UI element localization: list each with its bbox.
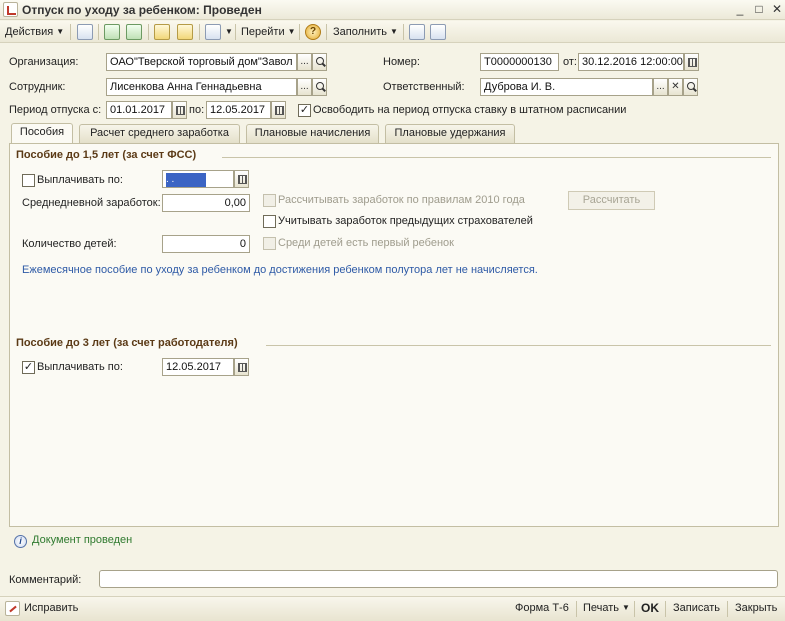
maximize-button[interactable]: □	[750, 1, 768, 18]
rules-2010-checkbox[interactable]	[263, 194, 276, 207]
search-icon[interactable]	[312, 78, 327, 96]
info-message: Ежемесячное пособие по уходу за ребенком…	[22, 264, 538, 276]
info-icon: i	[14, 535, 27, 548]
clear-icon[interactable]: ✕	[668, 78, 683, 96]
movements-icon[interactable]	[154, 24, 170, 40]
pay-until-field[interactable]: . .	[162, 170, 234, 188]
first-child-label: Среди детей есть первый ребенок	[278, 237, 454, 249]
children-count-field[interactable]: 0	[162, 235, 250, 253]
employee-field[interactable]: Лисенкова Анна Геннадьевна	[106, 78, 297, 96]
based-on-dropdown[interactable]: ▼	[222, 24, 233, 40]
pay-until-3y-label: Выплачивать по:	[37, 361, 123, 373]
fix-button[interactable]: Исправить	[24, 602, 78, 614]
responsible-label: Ответственный:	[383, 81, 465, 93]
help-icon[interactable]: ?	[305, 24, 321, 40]
post-document-icon[interactable]	[77, 24, 93, 40]
tab-benefits[interactable]: Пособия	[11, 123, 73, 143]
date-label: от:	[563, 56, 577, 68]
minimize-button[interactable]: _	[731, 1, 749, 18]
pay-until-checkbox[interactable]	[22, 174, 35, 187]
copy-document-icon[interactable]	[126, 24, 142, 40]
bottom-bar: Исправить Форма Т-6 Печать ▼ OK Записать …	[0, 596, 785, 621]
children-count-label: Количество детей:	[22, 238, 117, 250]
avg-earnings-label: Среднедневной заработок:	[22, 197, 161, 209]
organization-label: Организация:	[9, 56, 79, 68]
document-icon	[3, 2, 18, 17]
refresh-icon[interactable]	[104, 24, 120, 40]
prev-insurers-checkbox[interactable]	[263, 215, 276, 228]
calculate-button[interactable]: Рассчитать	[568, 191, 655, 210]
title-bar: Отпуск по уходу за ребенком: Проведен _ …	[0, 0, 785, 20]
comment-label: Комментарий:	[9, 574, 82, 586]
employee-label: Сотрудник:	[9, 81, 66, 93]
calendar-icon[interactable]	[234, 358, 249, 376]
release-rate-checkbox[interactable]: ✓	[298, 104, 311, 117]
window-title: Отпуск по уходу за ребенком: Проведен	[22, 3, 262, 17]
status-text: Документ проведен	[32, 534, 133, 546]
avg-earnings-field[interactable]: 0,00	[162, 194, 250, 212]
close-window-button[interactable]: ✕	[768, 1, 785, 18]
organization-select-button[interactable]: ...	[297, 53, 312, 71]
responsible-select-button[interactable]: ...	[653, 78, 668, 96]
calendar-icon[interactable]	[172, 101, 187, 119]
number-field[interactable]: Т0000000130	[480, 53, 559, 71]
toolbar: Действия ▼ ▼ Перейти ▼ ? Заполнить ▼	[0, 21, 785, 43]
first-child-checkbox[interactable]	[263, 237, 276, 250]
tab-planned-deductions[interactable]: Плановые удержания	[385, 124, 515, 143]
checklist-icon[interactable]	[430, 24, 446, 40]
rules-2010-label: Рассчитывать заработок по правилам 2010 …	[278, 194, 525, 206]
section-title-employer: Пособие до 3 лет (за счет работодателя)	[16, 337, 238, 349]
organization-field[interactable]: ОАО"Тверской торговый дом"Завол	[106, 53, 297, 71]
section-title-fss: Пособие до 1,5 лет (за счет ФСС)	[16, 149, 197, 161]
close-button[interactable]: Закрыть	[735, 602, 777, 614]
release-rate-label: Освободить на период отпуска ставку в шт…	[313, 104, 627, 116]
save-button[interactable]: Записать	[673, 602, 720, 614]
prev-insurers-label: Учитывать заработок предыдущих страховат…	[278, 215, 533, 227]
calendar-icon[interactable]	[684, 53, 699, 71]
period-label: Период отпуска с:	[9, 104, 102, 116]
period-to-field[interactable]: 12.05.2017	[206, 101, 271, 119]
search-icon[interactable]	[312, 53, 327, 71]
list-settings-icon[interactable]	[409, 24, 425, 40]
tab-planned-accruals[interactable]: Плановые начисления	[246, 124, 379, 143]
ok-button[interactable]: OK	[641, 601, 659, 615]
calendar-icon[interactable]	[234, 170, 249, 188]
date-field[interactable]: 30.12.2016 12:00:00	[578, 53, 684, 71]
comment-field[interactable]	[99, 570, 778, 588]
print-menu[interactable]: Печать ▼	[583, 602, 630, 614]
pay-until-3y-checkbox[interactable]: ✓	[22, 361, 35, 374]
form-t6-button[interactable]: Форма Т-6	[515, 602, 569, 614]
structure-icon[interactable]	[177, 24, 193, 40]
calendar-icon[interactable]	[271, 101, 286, 119]
number-label: Номер:	[383, 56, 420, 68]
fill-menu[interactable]: Заполнить ▼	[333, 24, 398, 40]
period-from-field[interactable]: 01.01.2017	[106, 101, 172, 119]
edit-document-icon	[5, 601, 20, 616]
search-icon[interactable]	[683, 78, 698, 96]
tab-average-earnings[interactable]: Расчет среднего заработка	[79, 124, 240, 143]
responsible-field[interactable]: Дуброва И. В.	[480, 78, 653, 96]
goto-menu[interactable]: Перейти ▼	[241, 24, 296, 40]
employee-select-button[interactable]: ...	[297, 78, 312, 96]
actions-menu[interactable]: Действия ▼	[5, 24, 64, 40]
pay-until-3y-field[interactable]: 12.05.2017	[162, 358, 234, 376]
pay-until-label: Выплачивать по:	[37, 174, 123, 186]
based-on-icon[interactable]	[205, 24, 221, 40]
period-to-label: по:	[189, 104, 205, 116]
